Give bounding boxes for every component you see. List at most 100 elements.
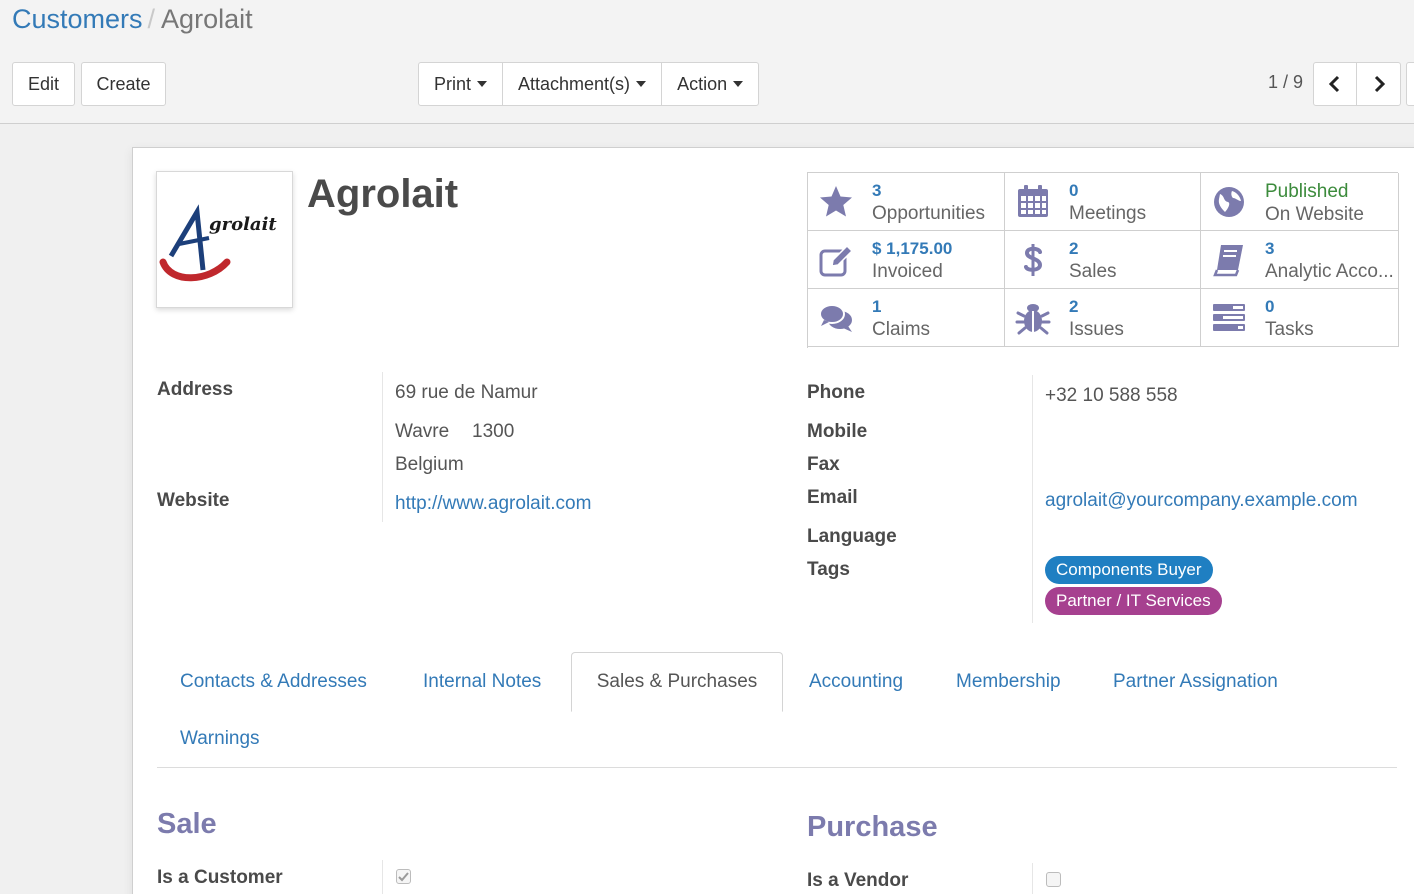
print-dropdown[interactable]: Print [419,63,504,105]
tab-membership[interactable]: Membership [956,671,1061,693]
published-label: Published [1265,181,1349,202]
tab-contacts-addresses[interactable]: Contacts & Addresses [180,671,367,693]
print-label: Print [434,73,472,94]
sales-label: Sales [1069,261,1117,282]
edit-icon [819,244,854,277]
phone-value: +32 10 588 558 [1045,385,1178,406]
analytic-accounts-button[interactable]: 3 Analytic Acco... [1201,231,1399,289]
pager-buttons [1313,62,1401,106]
chevron-left-icon [1328,75,1340,93]
calendar-icon [1018,185,1048,217]
invoiced-button[interactable]: $ 1,175.00 Invoiced [808,231,1005,289]
sale-field-divider [382,860,383,894]
sale-section-title: Sale [157,808,217,840]
meetings-count: 0 [1069,181,1079,200]
issues-button[interactable]: 2 Issues [1005,289,1201,347]
control-panel: Customers / Agrolait Edit Create Print Att… [0,0,1414,124]
website-status: Published On Website [1265,180,1364,226]
comments-icon [819,304,852,332]
action-dropdown[interactable]: Action [662,63,758,105]
breadcrumb-current: Agrolait [161,4,253,34]
tag-components-buyer[interactable]: Components Buyer [1045,556,1213,584]
edit-button[interactable]: Edit [12,62,75,106]
breadcrumb: Customers / Agrolait [12,2,253,36]
star-icon [820,186,852,217]
dollar-icon [1024,244,1043,276]
email-link[interactable]: agrolait@yourcompany.example.com [1045,490,1358,512]
language-label: Language [807,526,897,547]
is-customer-label: Is a Customer [157,867,283,888]
address-label: Address [157,379,234,400]
city-value: Wavre [395,421,450,442]
pager-previous-button[interactable] [1314,63,1357,105]
claims-count: 1 [872,297,882,316]
notebook-divider [157,767,1397,768]
mobile-label: Mobile [807,421,868,442]
tab-partner-assignation[interactable]: Partner Assignation [1113,671,1278,693]
logo-text: grolait [209,214,277,235]
smart-buttons: 3 Opportunities 0 Meetings Published On … [807,172,1399,348]
fax-label: Fax [807,454,840,475]
on-website-label: On Website [1265,204,1364,225]
opportunities-button[interactable]: 3 Opportunities [808,173,1005,231]
agrolait-logo-image: grolait [159,204,277,282]
globe-icon [1214,187,1244,217]
tab-internal-notes[interactable]: Internal Notes [423,671,541,693]
sales-button[interactable]: 2 Sales [1005,231,1201,289]
tab-accounting[interactable]: Accounting [809,671,903,693]
website-published-button[interactable]: Published On Website [1201,173,1399,231]
is-vendor-checkbox[interactable] [1046,872,1061,887]
sales-count: 2 [1069,239,1079,258]
breadcrumb-customers-link[interactable]: Customers [12,4,143,34]
issues-label: Issues [1069,319,1124,340]
caret-down-icon [733,81,744,87]
analytic-count: 3 [1265,239,1275,258]
claims-label: Claims [872,319,931,340]
website-link[interactable]: http://www.agrolait.com [395,493,591,515]
purchase-section-title: Purchase [807,811,938,843]
tasks-button[interactable]: 0 Tasks [1201,289,1399,347]
book-icon [1213,245,1243,277]
breadcrumb-separator: / [147,4,156,34]
meetings-button[interactable]: 0 Meetings [1005,173,1201,231]
pager-next-button[interactable] [1357,63,1400,105]
opportunities-label: Opportunities [872,203,986,224]
tab-warnings[interactable]: Warnings [180,728,260,750]
partner-name: Agrolait [307,172,459,216]
create-button[interactable]: Create [81,62,166,106]
tasks-label: Tasks [1265,319,1314,340]
phone-label: Phone [807,382,866,403]
chevron-right-icon [1374,75,1385,93]
tab-sales-purchases[interactable]: Sales & Purchases [571,652,783,712]
zip-value: 1300 [472,421,515,442]
invoiced-label: Invoiced [872,261,943,282]
left-field-divider [382,372,383,522]
attachments-label: Attachment(s) [518,73,631,94]
meetings-label: Meetings [1069,203,1147,224]
tasks-count: 0 [1265,297,1275,316]
is-customer-checkbox[interactable] [396,869,411,884]
issues-count: 2 [1069,297,1079,316]
partner-logo[interactable]: grolait [156,171,293,308]
analytic-label: Analytic Acco... [1265,261,1394,282]
tag-partner-it-services[interactable]: Partner / IT Services [1045,587,1222,615]
invoiced-amount: $ 1,175.00 [872,239,953,258]
caret-down-icon [477,81,488,87]
email-label: Email [807,487,858,508]
bug-icon [1015,304,1051,335]
purchase-field-divider [1032,863,1033,894]
street-value: 69 rue de Namur [395,382,538,403]
country-value: Belgium [395,454,464,475]
checkmark-icon [398,872,409,882]
website-label: Website [157,490,230,511]
extra-button[interactable] [1406,62,1414,106]
tags-label: Tags [807,559,850,580]
claims-button[interactable]: 1 Claims [808,289,1005,347]
opportunities-count: 3 [872,181,882,200]
caret-down-icon [636,81,647,87]
pager-value[interactable]: 1 / 9 [1268,72,1303,93]
sidebar-action-group: Print Attachment(s) Action [418,62,760,106]
tasks-icon [1213,304,1245,331]
right-field-divider [1032,375,1033,623]
attachments-dropdown[interactable]: Attachment(s) [503,63,663,105]
